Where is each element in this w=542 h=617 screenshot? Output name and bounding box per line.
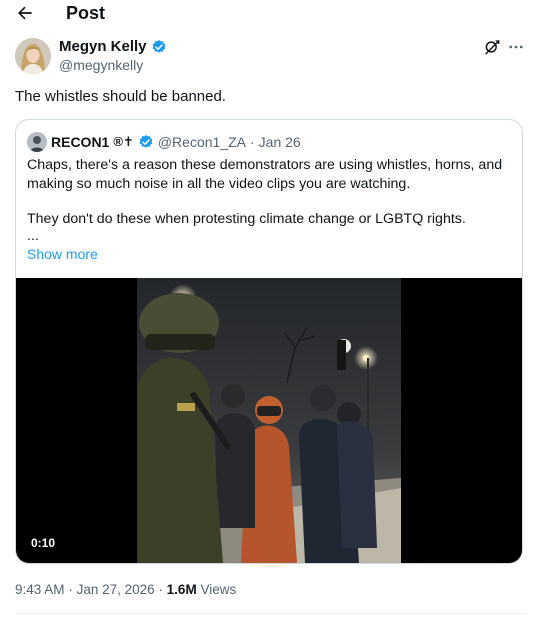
video-thumbnail xyxy=(137,278,401,563)
quoted-date[interactable]: Jan 26 xyxy=(259,134,301,150)
quoted-separator: · xyxy=(250,134,255,150)
more-horizontal-icon[interactable] xyxy=(507,38,525,56)
meta-separator: · xyxy=(68,582,73,597)
post-text: The whistles should be banned. xyxy=(15,88,226,105)
quoted-text-line: Chaps, there's a reason these demonstrat… xyxy=(27,157,503,173)
quoted-name-symbols: ®✝ xyxy=(113,134,134,149)
post-author: Megyn Kelly @megynkelly xyxy=(15,36,527,78)
avatar[interactable] xyxy=(15,38,51,74)
page-header: Post xyxy=(0,0,542,28)
quoted-post[interactable]: RECON1 ®✝ @Recon1_ZA · Jan 26 Chaps, the… xyxy=(15,119,523,564)
verified-badge-icon xyxy=(152,39,165,53)
quoted-author-row: RECON1 ®✝ @Recon1_ZA · Jan 26 xyxy=(27,132,301,152)
author-name-row: Megyn Kelly xyxy=(59,38,167,55)
views-label: Views xyxy=(200,582,237,597)
arrow-left-icon[interactable] xyxy=(14,3,36,23)
post-date[interactable]: Jan 27, 2026 xyxy=(77,582,155,597)
grok-icon[interactable] xyxy=(483,38,501,56)
quoted-text: Chaps, there's a reason these demonstrat… xyxy=(27,156,511,243)
quoted-avatar[interactable] xyxy=(27,132,47,152)
show-more-link[interactable]: Show more xyxy=(27,246,98,262)
views-count: 1.6M xyxy=(166,582,197,597)
quoted-text-line: ... xyxy=(27,227,39,244)
page-title: Post xyxy=(66,3,106,23)
post-time[interactable]: 9:43 AM xyxy=(15,582,65,597)
video-duration: 0:10 xyxy=(27,534,60,552)
post-meta: 9:43 AM · Jan 27, 2026 · 1.6M Views xyxy=(15,582,236,597)
divider xyxy=(15,613,526,614)
quoted-text-line: making so much noise in all the video cl… xyxy=(27,175,411,192)
meta-separator: · xyxy=(158,582,163,597)
quoted-display-name[interactable]: RECON1 xyxy=(51,134,109,150)
quoted-text-line: They don't do these when protesting clim… xyxy=(27,211,466,227)
quoted-handle: @Recon1_ZA xyxy=(157,134,246,150)
verified-badge-icon xyxy=(139,135,153,148)
video-player[interactable]: 0:10 xyxy=(16,278,522,563)
author-handle[interactable]: @megynkelly xyxy=(59,57,143,73)
author-display-name[interactable]: Megyn Kelly xyxy=(59,38,147,55)
